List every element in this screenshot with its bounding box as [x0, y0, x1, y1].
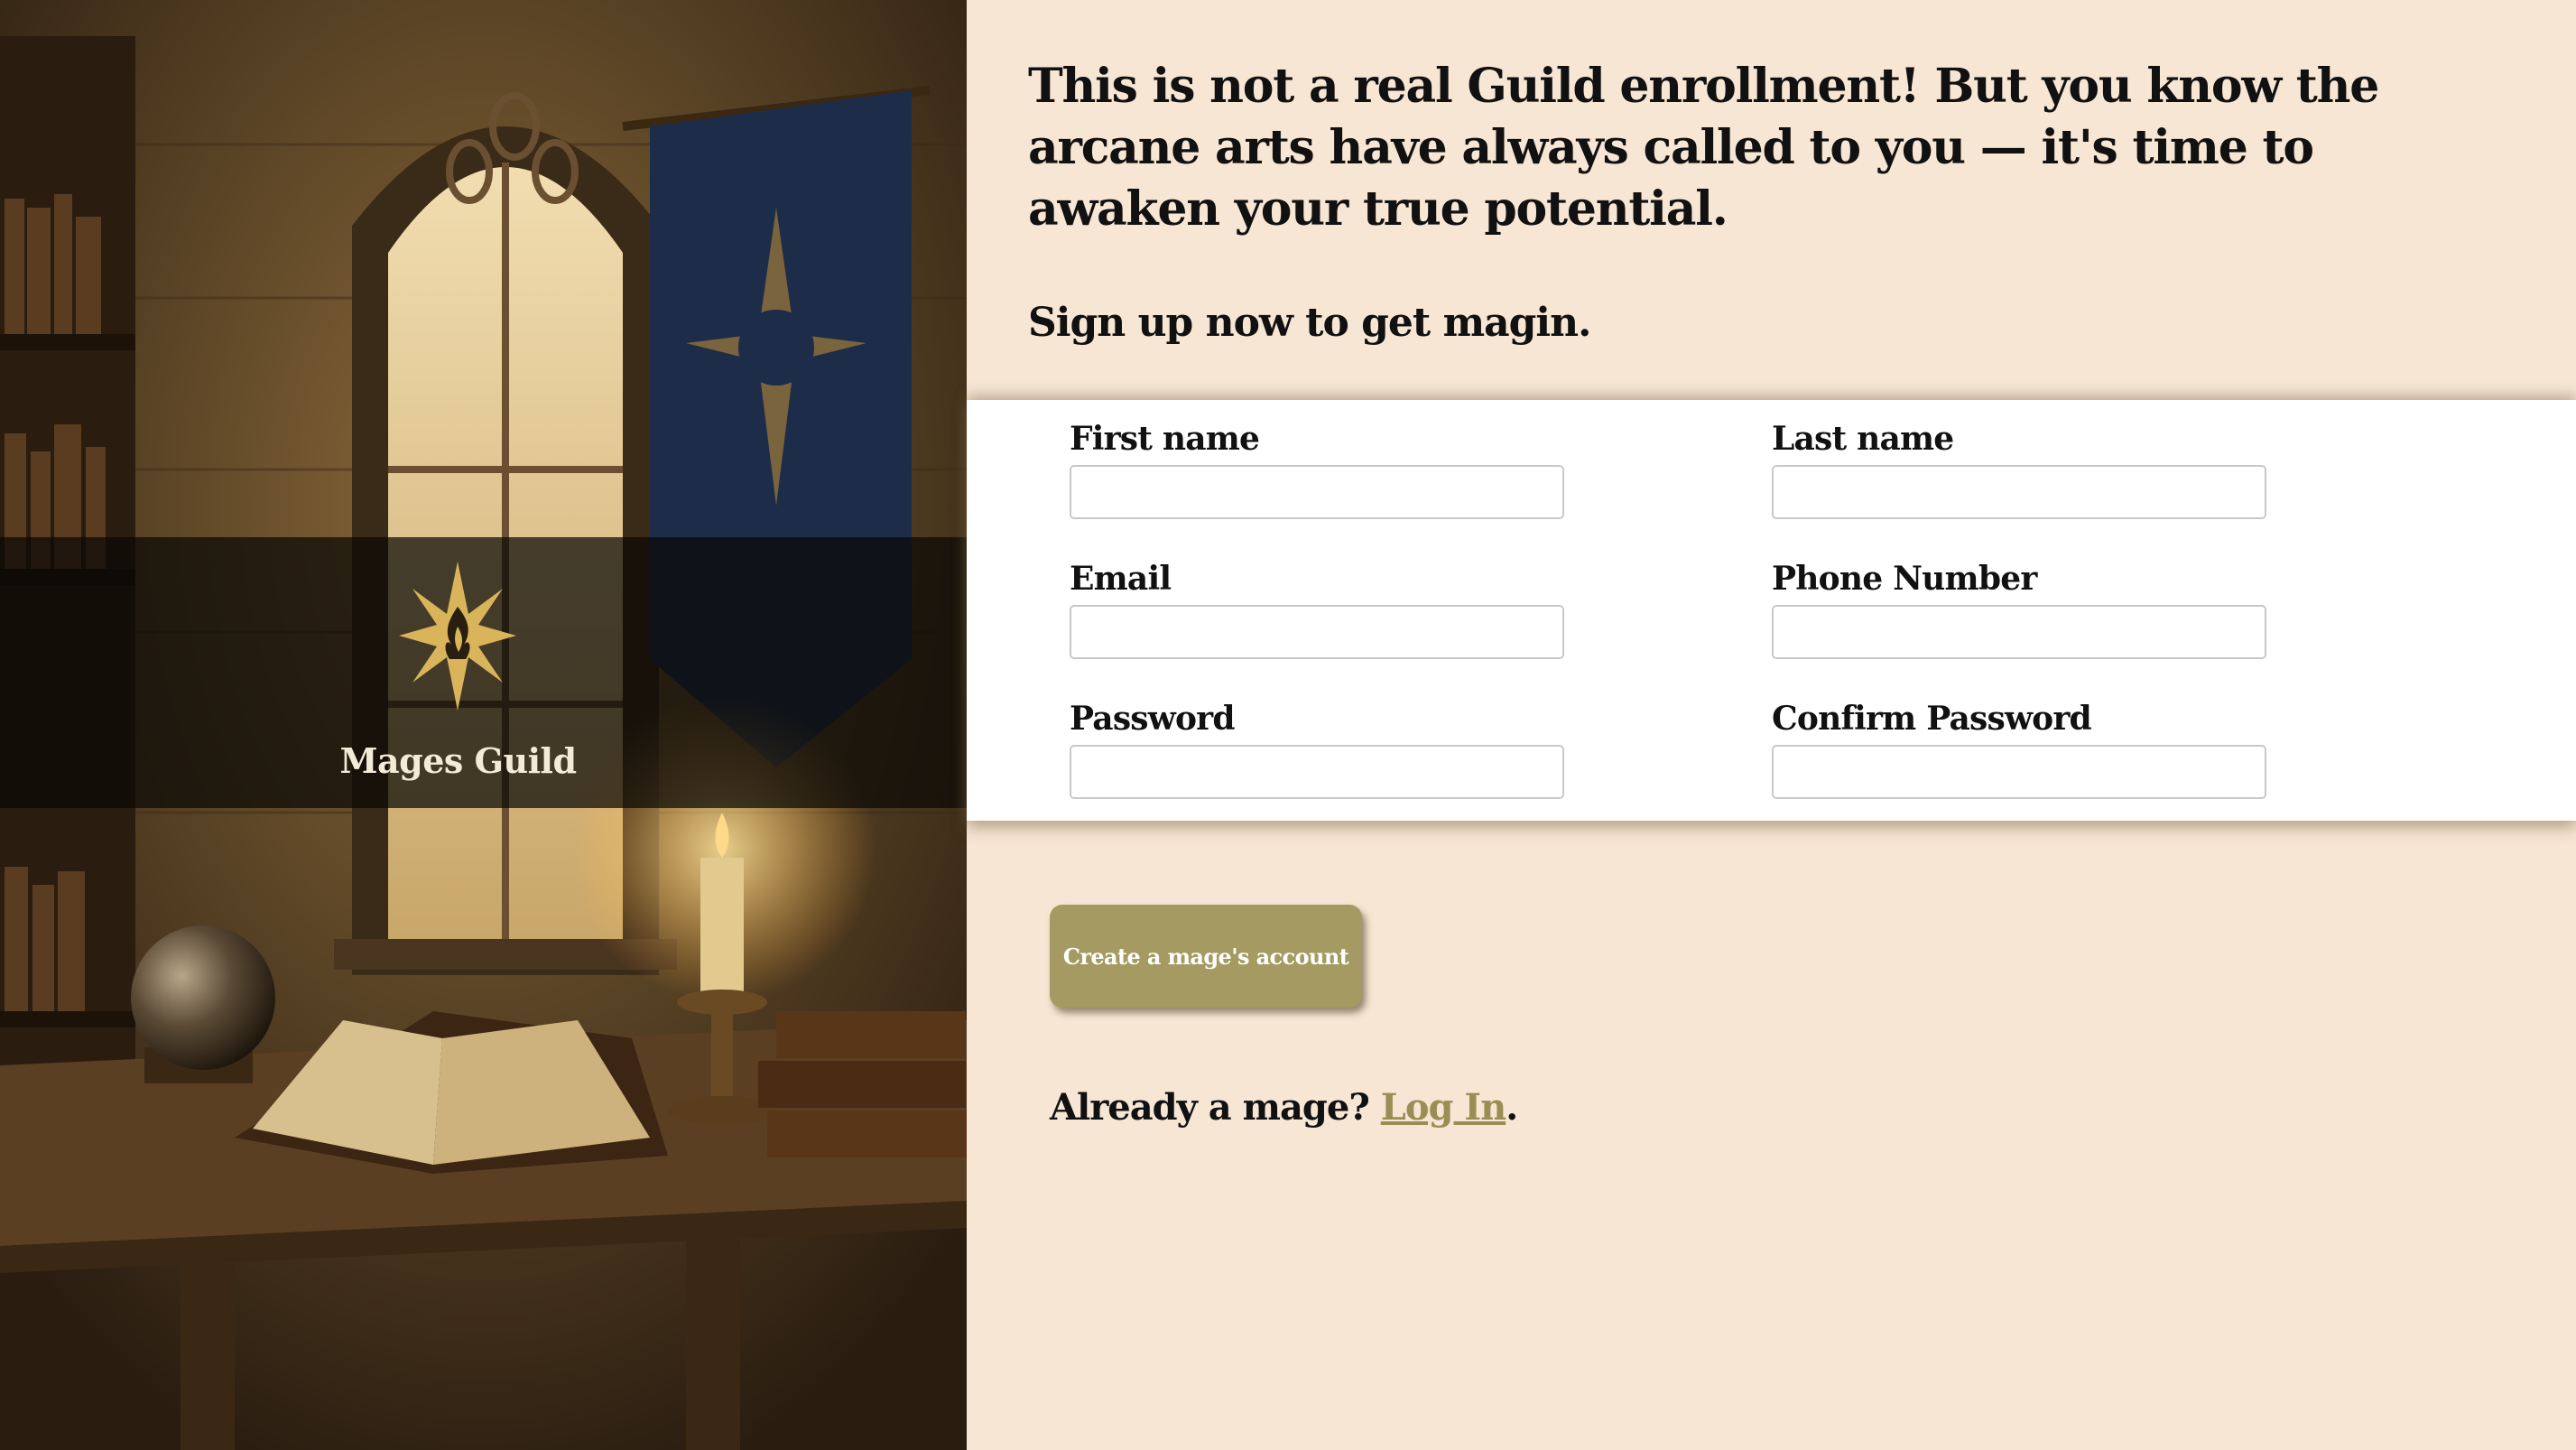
page-headline: This is not a real Guild enrollment! But…	[1028, 59, 2379, 237]
brand-name: Mages Guild	[339, 740, 577, 781]
password-input[interactable]	[1070, 745, 1564, 799]
password-label: Password	[1070, 700, 1236, 738]
page-subheadline: Sign up now to get magin.	[1028, 300, 1591, 346]
login-prompt-text: Already a mage?	[1050, 1086, 1370, 1129]
last-name-label: Last name	[1772, 420, 1954, 458]
signup-form-card: First name Last name Email Phone Number …	[967, 400, 2576, 821]
create-account-button[interactable]: Create a mage's account	[1050, 905, 1362, 1008]
login-link[interactable]: Log In	[1381, 1086, 1506, 1129]
flame-star-icon	[399, 562, 516, 711]
login-prompt-suffix: .	[1506, 1086, 1518, 1129]
confirm-password-label: Confirm Password	[1772, 700, 2092, 738]
phone-number-label: Phone Number	[1772, 560, 2037, 598]
side-illustration-panel: Mages Guild	[0, 0, 967, 1450]
last-name-input[interactable]	[1772, 465, 2266, 519]
email-input[interactable]	[1070, 605, 1564, 659]
signup-page: Mages Guild This is not a real Guild enr…	[0, 0, 2576, 1450]
email-label: Email	[1070, 560, 1172, 598]
confirm-password-input[interactable]	[1772, 745, 2266, 799]
first-name-input[interactable]	[1070, 465, 1564, 519]
login-prompt: Already a mage? Log In.	[1050, 1086, 1518, 1129]
phone-number-input[interactable]	[1772, 605, 2266, 659]
first-name-label: First name	[1070, 420, 1260, 458]
